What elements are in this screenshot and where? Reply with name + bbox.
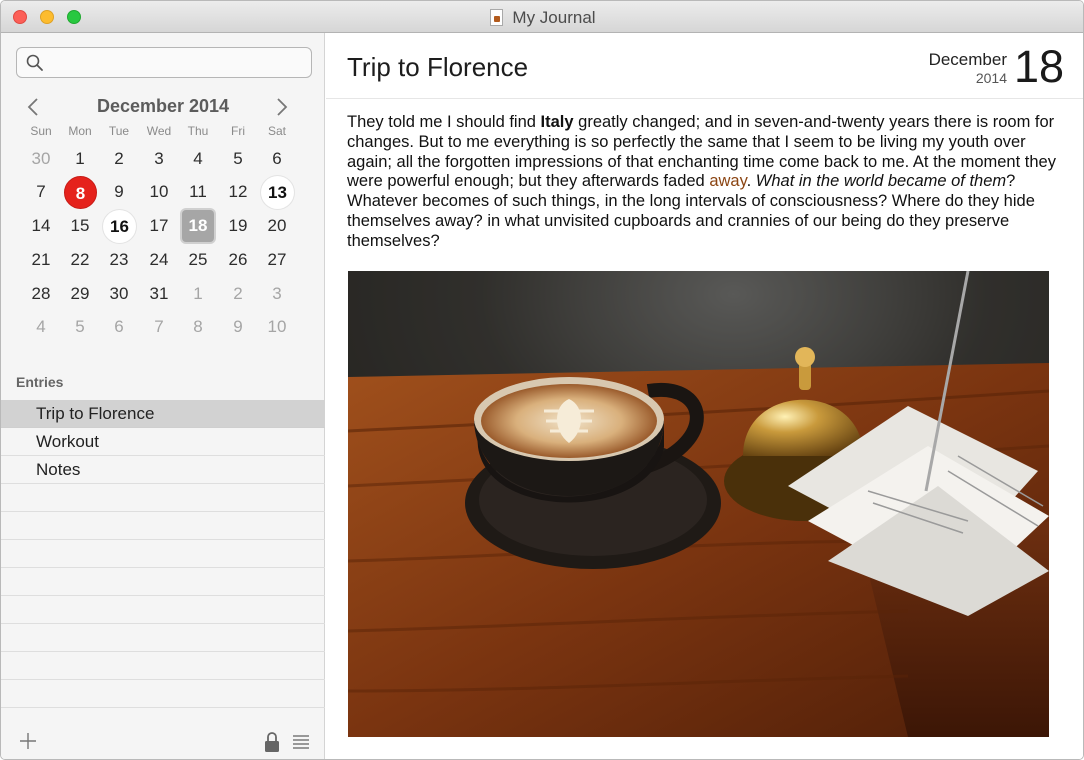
calendar-day[interactable]: 24 (142, 244, 176, 276)
entries-section-label: Entries (16, 374, 64, 390)
calendar-day[interactable]: 9 (102, 176, 136, 208)
calendar-day[interactable]: 13 (261, 176, 294, 209)
calendar-day[interactable]: 25 (181, 244, 215, 276)
entry-list-item-trip-to-florence[interactable]: Trip to Florence (1, 400, 325, 428)
calendar-day[interactable]: 5 (221, 143, 255, 175)
previous-month-icon[interactable] (25, 97, 43, 117)
calendar-day[interactable]: 8 (64, 176, 97, 209)
empty-list-row (1, 624, 325, 652)
calendar-day[interactable]: 20 (260, 210, 294, 242)
next-month-icon[interactable] (272, 97, 290, 117)
calendar-day[interactable]: 9 (221, 311, 255, 343)
body-text-segment: . (746, 172, 756, 191)
empty-list-row (1, 568, 325, 596)
calendar-month-label: December 2014 (96, 96, 230, 116)
calendar-day[interactable]: 6 (260, 143, 294, 175)
calendar-day[interactable]: 30 (24, 143, 58, 175)
journal-window: My Journal December 2014 Sun Mon Tue Wed Thu… (0, 0, 1084, 760)
empty-list-row (1, 652, 325, 680)
calendar-day[interactable]: 3 (260, 278, 294, 310)
calendar-day[interactable]: 2 (221, 278, 255, 310)
calendar-day[interactable]: 1 (63, 143, 97, 175)
calendar-day[interactable]: 7 (24, 176, 58, 208)
calendar-day[interactable]: 11 (181, 176, 215, 208)
calendar-day[interactable]: 23 (102, 244, 136, 276)
entry-title[interactable]: Trip to Florence (347, 52, 528, 83)
sidebar: December 2014 Sun Mon Tue Wed Thu Fri Sat 30 1 2… (1, 33, 325, 759)
calendar-day[interactable]: 17 (142, 210, 176, 242)
calendar-day[interactable]: 16 (103, 210, 136, 243)
empty-list-row (1, 596, 325, 624)
body-bold-text: Italy (540, 113, 574, 131)
calendar-day[interactable]: 26 (221, 244, 255, 276)
calendar-day[interactable]: 8 (181, 311, 215, 343)
weekday-label: Thu (187, 124, 209, 138)
weekday-label: Sun (30, 124, 52, 138)
entries-list: Trip to Florence Workout Notes (1, 400, 325, 708)
entry-detail-pane: Trip to Florence December 2014 18 They t… (326, 33, 1083, 759)
calendar-day[interactable]: 1 (181, 278, 215, 310)
window-title: My Journal (512, 8, 596, 27)
weekday-label: Tue (108, 124, 130, 138)
calendar-day[interactable]: 7 (142, 311, 176, 343)
calendar-day[interactable]: 15 (63, 210, 97, 242)
search-field[interactable] (16, 47, 312, 78)
calendar-day[interactable]: 6 (102, 311, 136, 343)
list-icon[interactable] (292, 733, 310, 751)
weekday-label: Mon (68, 124, 92, 138)
coffee-cup-photo (348, 271, 1049, 737)
sidebar-toolbar (1, 719, 325, 759)
calendar-day[interactable]: 4 (181, 143, 215, 175)
weekday-label: Wed (146, 124, 172, 138)
body-italic-text: What in the world became of them (755, 172, 1007, 191)
weekday-header-row: Sun Mon Tue Wed Thu Fri Sat (21, 124, 297, 140)
window-title-group: My Journal (1, 8, 1083, 28)
entry-date-month: December (928, 50, 1007, 69)
document-icon (490, 9, 504, 26)
title-bar[interactable]: My Journal (1, 1, 1083, 33)
body-text-segment: They told me I should find (347, 113, 541, 131)
empty-list-row (1, 484, 325, 512)
calendar-day[interactable]: 14 (24, 210, 58, 242)
entry-list-item-workout[interactable]: Workout (1, 428, 325, 456)
calendar-day[interactable]: 10 (260, 311, 294, 343)
weekday-label: Sat (267, 124, 286, 138)
calendar-day[interactable]: 19 (221, 210, 255, 242)
calendar-day[interactable]: 10 (142, 176, 176, 208)
entry-header: Trip to Florence December 2014 18 (326, 33, 1083, 99)
calendar-day[interactable]: 5 (63, 311, 97, 343)
search-icon (26, 54, 43, 71)
calendar-header: December 2014 (1, 95, 325, 119)
entry-list-item-notes[interactable]: Notes (1, 456, 325, 484)
body-colored-text: away (709, 172, 747, 191)
calendar-day[interactable]: 12 (221, 176, 255, 208)
calendar-day[interactable]: 22 (63, 244, 97, 276)
empty-list-row (1, 512, 325, 540)
calendar-day[interactable]: 27 (260, 244, 294, 276)
calendar-day[interactable]: 28 (24, 278, 58, 310)
entry-body-text[interactable]: They told me I should find Italy greatly… (347, 113, 1062, 252)
calendar-day[interactable]: 31 (142, 278, 176, 310)
calendar-day[interactable]: 30 (102, 278, 136, 310)
calendar-day[interactable]: 3 (142, 143, 176, 175)
entry-photo[interactable] (348, 271, 1049, 737)
calendar-day[interactable]: 18 (182, 210, 214, 242)
calendar-grid: 30 1 2 3 4 5 6 7 8 9 10 11 12 13 14 15 16 17 18 19 20 21 22 23 2… (21, 141, 297, 345)
calendar-day[interactable]: 21 (24, 244, 58, 276)
calendar-day[interactable]: 29 (63, 278, 97, 310)
entry-date-day: 18 (1013, 41, 1064, 92)
empty-list-row (1, 680, 325, 708)
calendar-day[interactable]: 2 (102, 143, 136, 175)
weekday-label: Fri (231, 124, 245, 138)
entry-date-year: 2014 (975, 70, 1007, 86)
empty-list-row (1, 540, 325, 568)
calendar-day[interactable]: 4 (24, 311, 58, 343)
plus-icon[interactable] (18, 731, 38, 751)
lock-icon[interactable] (263, 731, 281, 753)
